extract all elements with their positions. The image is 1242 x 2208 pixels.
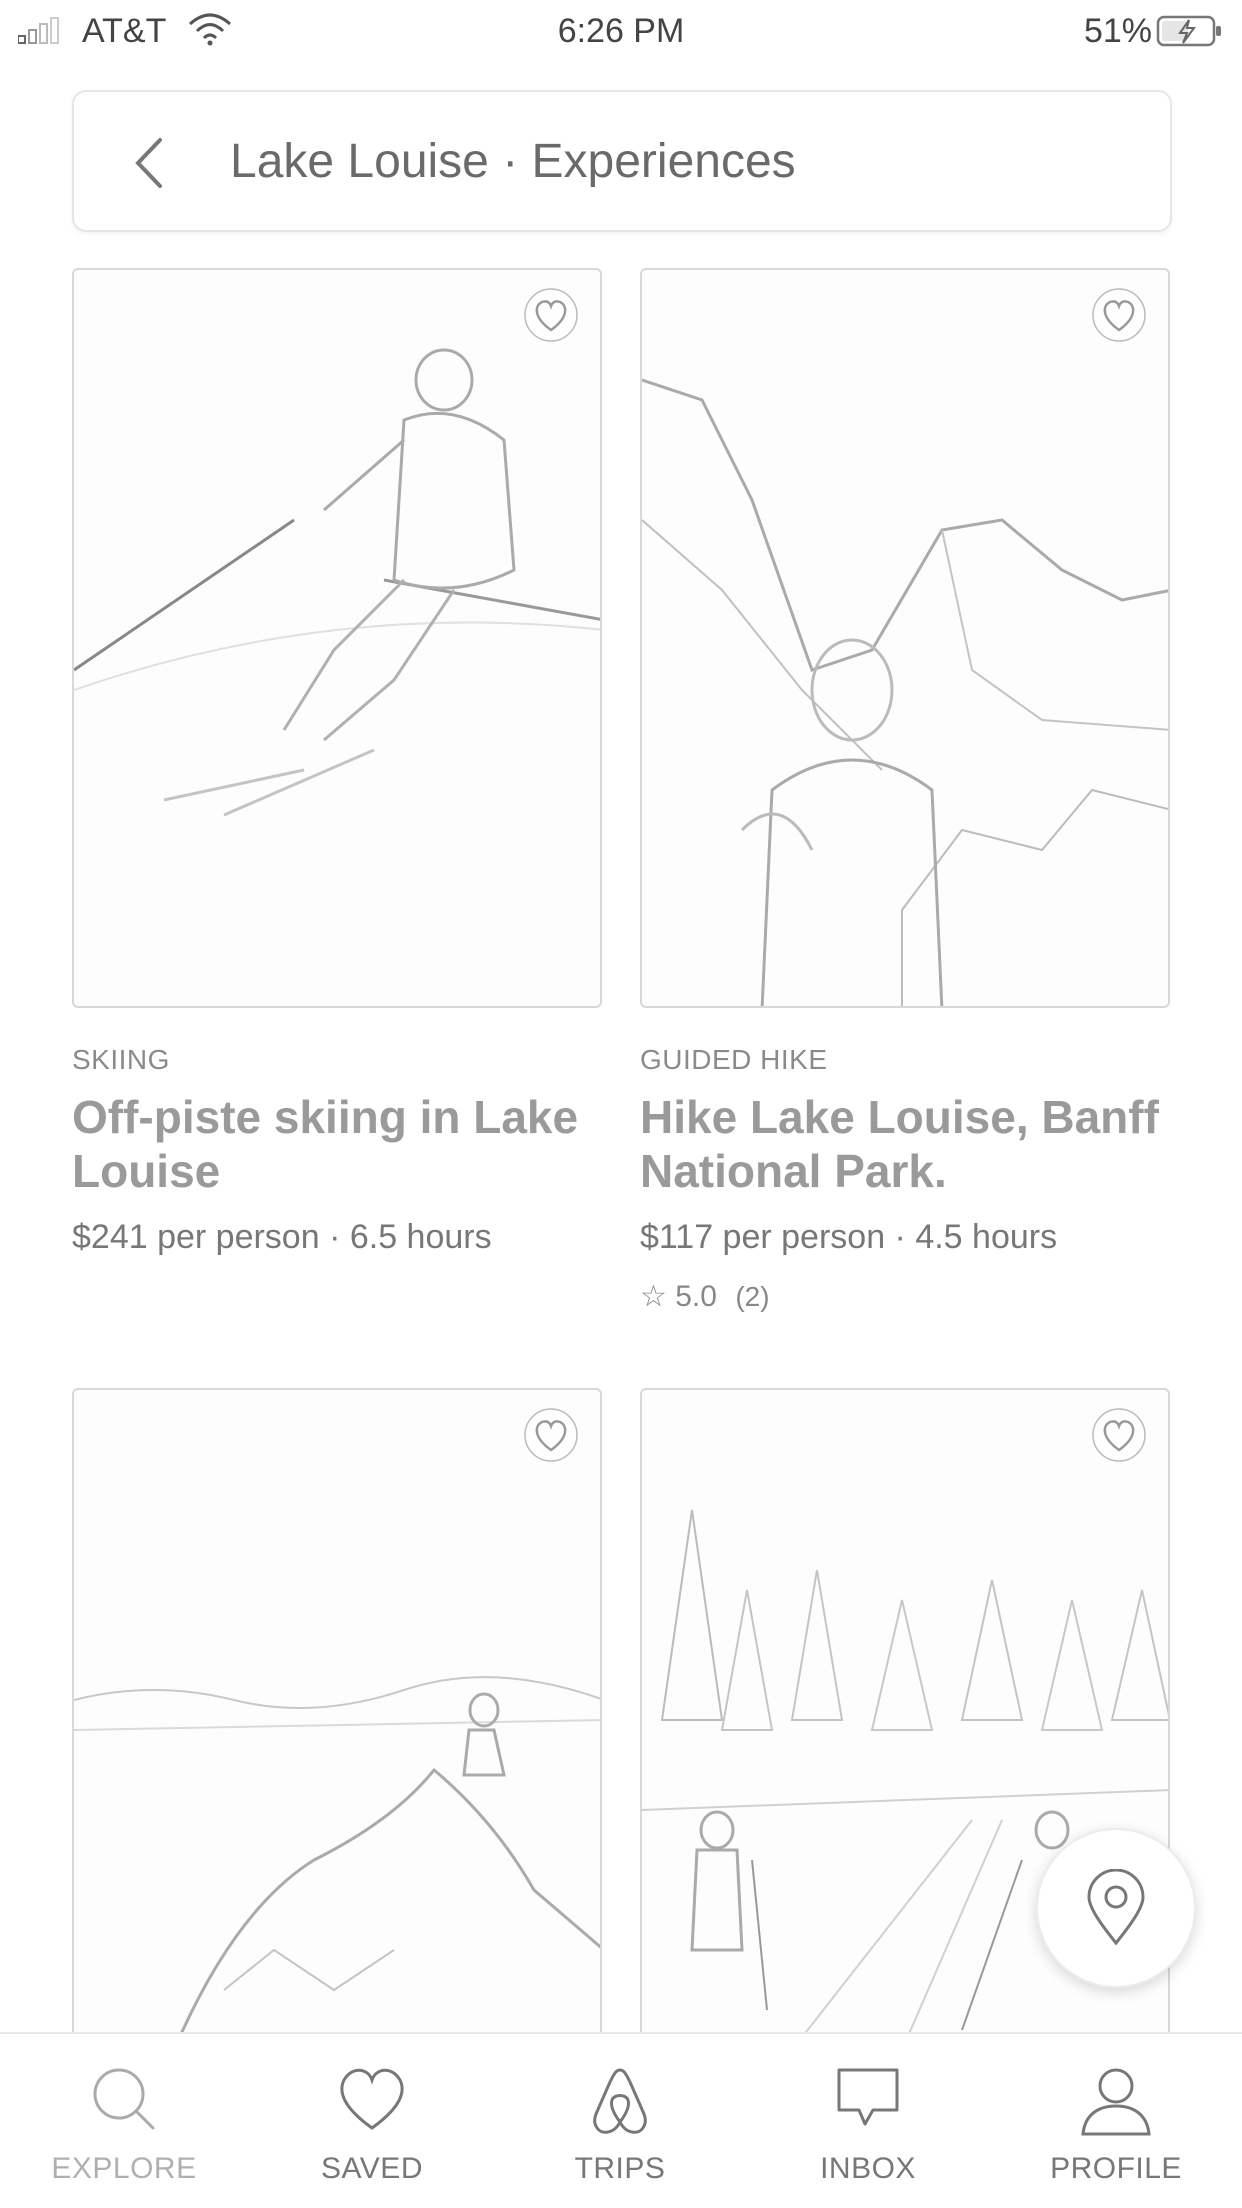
tab-label: PROFILE xyxy=(1050,2152,1182,2185)
battery-percent: 51% xyxy=(1083,12,1152,50)
experience-rating: ☆ 5.0 (2) xyxy=(640,1279,1170,1314)
hiker-mountain-photo[interactable] xyxy=(640,268,1170,1008)
experience-card-guided-hike[interactable]: GUIDED HIKE Hike Lake Louise, Banff Nati… xyxy=(640,268,1170,1314)
airbnb-logo-icon xyxy=(593,2068,647,2134)
person-icon xyxy=(1081,2068,1151,2136)
tab-label: INBOX xyxy=(820,2152,916,2185)
save-heart-icon[interactable] xyxy=(522,288,580,342)
chat-bubble-icon xyxy=(837,2068,899,2126)
experience-card-3[interactable] xyxy=(72,1388,602,2048)
cliff-lake-illustration xyxy=(74,1676,600,2048)
tab-saved[interactable]: SAVED xyxy=(248,2034,496,2208)
experience-category: GUIDED HIKE xyxy=(640,1044,828,1075)
experience-category: SKIING xyxy=(72,1044,170,1075)
experience-price-duration: $241 per person · 6.5 hours xyxy=(72,1218,492,1256)
search-header[interactable]: Lake Louise · Experiences xyxy=(72,90,1172,232)
tab-inbox[interactable]: INBOX xyxy=(744,2034,992,2208)
save-heart-icon[interactable] xyxy=(1090,1408,1148,1462)
back-arrow-icon[interactable] xyxy=(132,136,166,190)
hiker-mountain-illustration xyxy=(642,378,1168,1006)
tab-explore[interactable]: EXPLORE xyxy=(0,2034,248,2208)
experience-card-skiing[interactable]: SKIING Off-piste skiing in Lake Louise $… xyxy=(72,268,602,1257)
star-icon: ☆ xyxy=(640,1280,667,1313)
review-count: (2) xyxy=(735,1281,770,1312)
tab-profile[interactable]: PROFILE xyxy=(992,2034,1240,2208)
clock: 6:26 PM xyxy=(557,12,685,50)
skier-photo[interactable] xyxy=(72,268,602,1008)
save-heart-icon[interactable] xyxy=(1090,288,1148,342)
skier-illustration xyxy=(74,348,600,817)
screen: AT&T 6:26 PM 51% Lake Louise · Experienc… xyxy=(0,0,1242,2208)
tab-label: TRIPS xyxy=(574,2152,666,2185)
bottom-tab-bar: EXPLORE SAVED TRIPS INBOX PROFILE xyxy=(0,2032,1242,2208)
battery-charging-icon xyxy=(1156,15,1221,47)
map-button[interactable] xyxy=(1036,1828,1196,1988)
tab-label: SAVED xyxy=(321,2152,423,2185)
map-pin-icon xyxy=(1087,1869,1145,1946)
tab-label: EXPLORE xyxy=(51,2152,197,2185)
search-icon xyxy=(93,2068,155,2130)
heart-icon xyxy=(340,2068,404,2130)
rating-value: 5.0 xyxy=(675,1280,717,1313)
search-title[interactable]: Lake Louise · Experiences xyxy=(230,134,796,189)
experience-price-duration: $117 per person · 4.5 hours xyxy=(640,1218,1058,1256)
experience-title[interactable]: Hike Lake Louise, Banff National Park. xyxy=(640,1090,1170,1198)
person-on-cliff-photo[interactable] xyxy=(72,1388,602,2048)
save-heart-icon[interactable] xyxy=(522,1408,580,1462)
experience-title[interactable]: Off-piste skiing in Lake Louise xyxy=(72,1090,602,1198)
status-bar: AT&T 6:26 PM 51% xyxy=(0,0,1242,60)
tab-trips[interactable]: TRIPS xyxy=(496,2034,744,2208)
